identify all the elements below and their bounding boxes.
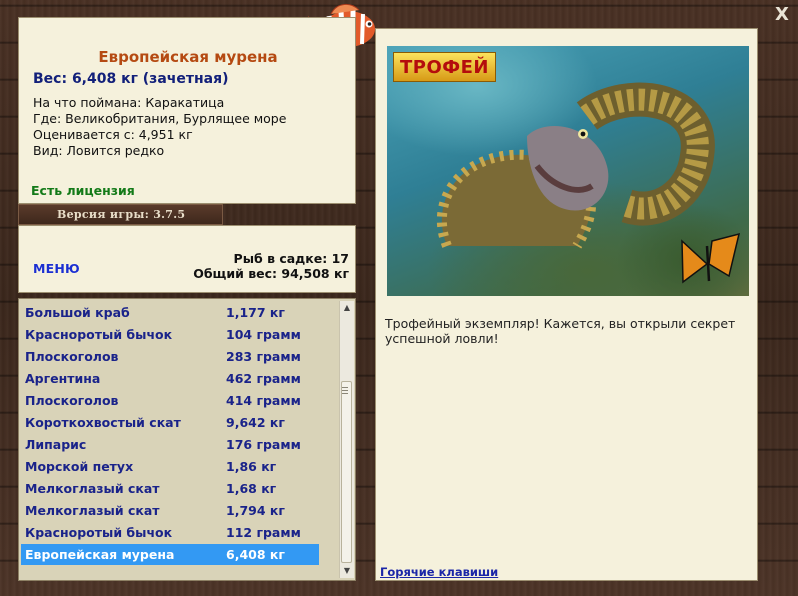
catch-fish-name: Плоскоголов (25, 393, 119, 408)
keepnet-count: Рыб в садке: 17 (233, 251, 349, 266)
trophy-panel: ТРОФЕЙ Трофейный экземпляр! Кажется, вы … (375, 28, 758, 581)
trophy-badge: ТРОФЕЙ (393, 52, 496, 82)
close-button[interactable]: X (771, 4, 793, 26)
fish-name: Европейская мурена (98, 48, 278, 66)
fish-weight: Вес: 6,408 кг (зачетная) (33, 71, 229, 87)
catch-fish-name: Морской петух (25, 459, 134, 474)
catch-list-row[interactable]: Липарис 176 грамм (21, 434, 319, 455)
catch-fish-weight: 176 грамм (226, 437, 301, 452)
catch-list-row[interactable]: Аргентина 462 грамм (21, 368, 319, 389)
catch-fish-weight: 104 грамм (226, 327, 301, 342)
catch-fish-weight: 112 грамм (226, 525, 301, 540)
valuation-info: Оценивается с: 4,951 кг (33, 127, 193, 142)
catch-list-row[interactable]: Европейская мурена 6,408 кг (21, 544, 319, 565)
catch-list-row[interactable]: Красноротый бычок 112 грамм (21, 522, 319, 543)
rarity-info: Вид: Ловится редко (33, 143, 165, 158)
location-info: Где: Великобритания, Бурлящее море (33, 111, 287, 126)
catch-fish-weight: 6,408 кг (226, 547, 285, 562)
catch-fish-weight: 1,177 кг (226, 305, 285, 320)
menu-button[interactable]: МЕНЮ (33, 261, 80, 276)
catch-fish-weight: 1,794 кг (226, 503, 285, 518)
stats-panel: МЕНЮ Рыб в садке: 17 Общий вес: 94,508 к… (18, 225, 356, 293)
catch-fish-name: Красноротый бычок (25, 525, 173, 540)
trophy-caption: Трофейный экземпляр! Кажется, вы открыли… (385, 316, 736, 346)
scroll-up-icon[interactable]: ▲ (340, 301, 354, 315)
catch-fish-name: Аргентина (25, 371, 101, 386)
catch-fish-weight: 283 грамм (226, 349, 301, 364)
trophy-photo: ТРОФЕЙ (387, 46, 749, 296)
catch-fish-weight: 462 грамм (226, 371, 301, 386)
scroll-down-icon[interactable]: ▼ (340, 564, 354, 578)
catch-fish-name: Мелкоглазый скат (25, 503, 160, 518)
catch-fish-name: Европейская мурена (25, 547, 175, 562)
catch-fish-name: Красноротый бычок (25, 327, 173, 342)
catch-list-row[interactable]: Плоскоголов 414 грамм (21, 390, 319, 411)
catch-list-row[interactable]: Морской петух 1,86 кг (21, 456, 319, 477)
catch-fish-name: Мелкоглазый скат (25, 481, 160, 496)
scroll-thumb[interactable] (341, 381, 352, 563)
catch-fish-name: Плоскоголов (25, 349, 119, 364)
list-scrollbar[interactable]: ▲ ▼ (339, 301, 354, 578)
scroll-grip-icon (342, 387, 348, 394)
catch-fish-name: Короткохвостый скат (25, 415, 181, 430)
hotkeys-link[interactable]: Горячие клавиши (380, 565, 498, 579)
catch-list-row[interactable]: Плоскоголов 283 грамм (21, 346, 319, 367)
moray-eel-image (437, 82, 741, 284)
catch-list-row[interactable]: Мелкоглазый скат 1,68 кг (21, 478, 319, 499)
catch-fish-weight: 414 грамм (226, 393, 301, 408)
catch-fish-weight: 9,642 кг (226, 415, 285, 430)
license-status: Есть лицензия (31, 183, 135, 198)
catch-fish-name: Большой краб (25, 305, 130, 320)
catch-list-row[interactable]: Большой краб 1,177 кг (21, 302, 319, 323)
catch-list-row[interactable]: Короткохвостый скат 9,642 кг (21, 412, 319, 433)
total-weight: Общий вес: 94,508 кг (193, 266, 349, 281)
catch-list: Большой краб 1,177 кг Красноротый бычок 104… (18, 298, 356, 581)
catch-list-row[interactable]: Мелкоглазый скат 1,794 кг (21, 500, 319, 521)
catch-fish-weight: 1,68 кг (226, 481, 277, 496)
fish-info-panel: Европейская мурена Вес: 6,408 кг (зачетн… (18, 17, 356, 204)
catch-list-row[interactable]: Красноротый бычок 104 грамм (21, 324, 319, 345)
version-label: Версия игры: 3.7.5 (18, 204, 223, 225)
catch-fish-name: Липарис (25, 437, 87, 452)
catch-fish-weight: 1,86 кг (226, 459, 277, 474)
bait-info: На что поймана: Каракатица (33, 95, 225, 110)
